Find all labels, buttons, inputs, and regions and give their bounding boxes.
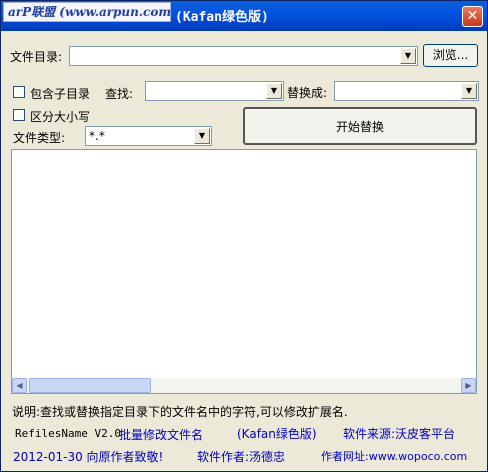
file-type-label: 文件类型: [13,131,66,145]
site-logo: arP联盟 (www.arpun.com) [3,2,171,22]
title-bar: arP联盟 (www.arpun.com) (Kafan绿色版) ✕ [1,1,487,31]
software-source: 软件来源:沃皮客平台 [343,427,456,441]
results-list[interactable]: ◀ ▶ [11,149,477,394]
replace-dropdown[interactable]: ▼ [334,81,479,101]
include-subdirs-label: 包含子目录 [30,87,91,101]
file-type-value: *.* [89,129,105,143]
author-website[interactable]: 作者网址:www.wopoco.com [321,448,467,464]
dropdown-arrow-icon[interactable]: ▼ [400,48,416,64]
find-dropdown[interactable]: ▼ [145,81,284,101]
edition-label: (Kafan绿色版) [237,427,317,441]
app-name: RefilesName V2.0 [15,427,121,440]
horizontal-scrollbar[interactable]: ◀ ▶ [12,378,476,393]
release-date: 2012-01-30 向原作者致敬! [13,450,164,464]
dropdown-arrow-icon[interactable]: ▼ [266,83,282,99]
close-button[interactable]: ✕ [462,6,483,27]
dropdown-arrow-icon[interactable]: ▼ [461,83,477,99]
browse-button[interactable]: 浏览... [423,44,478,67]
app-description: 批量修改文件名 [119,428,204,442]
scroll-thumb[interactable] [29,378,151,393]
find-label: 查找: [105,87,134,101]
include-subdirs-checkbox[interactable] [13,86,25,98]
start-replace-button[interactable]: 开始替换 [243,107,477,145]
file-type-dropdown[interactable]: *.* ▼ [85,126,212,146]
dropdown-arrow-icon[interactable]: ▼ [194,128,210,144]
scroll-left-icon[interactable]: ◀ [12,378,27,393]
case-sensitive-label: 区分大小写 [30,110,91,124]
description-text: 说明:查找或替换指定目录下的文件名中的字符,可以修改扩展名. [12,405,348,419]
replace-label: 替换成: [287,86,328,100]
directory-label: 文件目录: [10,50,63,64]
scroll-right-icon[interactable]: ▶ [461,378,476,393]
app-window: arP联盟 (www.arpun.com) (Kafan绿色版) ✕ 文件目录:… [0,0,488,472]
window-title: (Kafan绿色版) [175,10,269,25]
directory-dropdown[interactable]: ▼ [69,46,418,66]
software-author: 软件作者:汤德忠 [197,450,286,464]
case-sensitive-checkbox[interactable] [13,109,25,121]
close-icon: ✕ [466,8,479,24]
